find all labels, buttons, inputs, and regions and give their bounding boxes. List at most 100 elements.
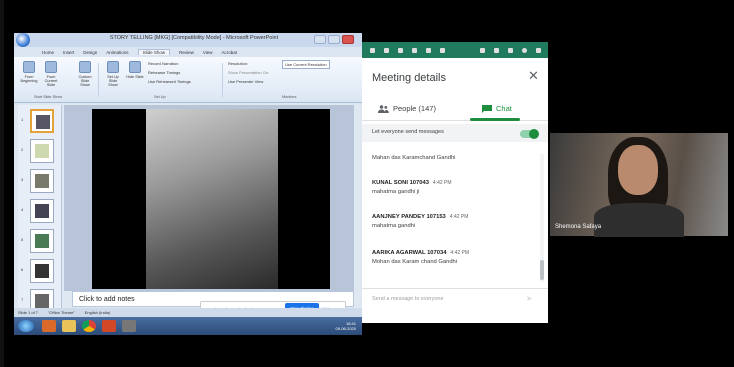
message-time: 4:42 PM — [449, 214, 469, 220]
current-slide[interactable] — [92, 109, 330, 289]
message-text: Mahan das Karamchand Gandhi — [372, 155, 456, 161]
tab-animations[interactable]: Animations — [106, 50, 128, 55]
more-icon[interactable] — [536, 47, 541, 53]
settings-icon[interactable] — [412, 47, 417, 53]
tab-home[interactable]: Home — [42, 50, 54, 55]
media-player-icon[interactable] — [42, 320, 56, 332]
setup-show-button[interactable]: Set Up Slide Show — [104, 61, 122, 87]
powerpoint-icon[interactable] — [102, 320, 116, 332]
slide-number: 6 — [21, 267, 24, 272]
resolution-select[interactable]: Use Current Resolution — [282, 60, 330, 69]
record-narration-button[interactable]: Record Narration — [148, 61, 178, 66]
message-sender: KUNAL SONI 107043 — [372, 180, 429, 186]
clock-date: 05-06-2020 — [335, 326, 356, 331]
message-text: mahatma gandhi — [372, 223, 416, 229]
participant-video-tile: Shemona Safaya — [550, 133, 728, 237]
tab-divider — [362, 120, 548, 121]
chat-message: AANJNEY PANDEY 107153 4:42 PM mahatma gan… — [372, 214, 468, 229]
message-text: mahatma gandhi ji — [372, 189, 420, 195]
tab-insert[interactable]: Insert — [63, 50, 74, 55]
slide-photo — [146, 109, 278, 289]
meet-toolbar — [362, 42, 548, 58]
start-button-icon[interactable] — [18, 320, 34, 332]
chat-icon[interactable] — [480, 47, 485, 53]
tab-people[interactable]: People (147) — [378, 104, 436, 113]
tab-review[interactable]: Review — [179, 50, 194, 55]
group-start-slide-show: Start Slide Show — [34, 95, 63, 99]
thumbnail-image — [35, 294, 49, 308]
message-text: Mohan das Karam chand Gandhi — [372, 259, 458, 265]
chat-icon — [482, 104, 492, 113]
shared-screen-powerpoint: STORY TELLING [MKG] [Compatibility Mode]… — [14, 33, 362, 335]
ribbon-divider — [98, 63, 99, 97]
custom-show-icon — [79, 61, 91, 73]
thumbnail-image — [36, 115, 50, 129]
slide-thumbnail[interactable] — [30, 259, 54, 283]
custom-show-button[interactable]: Custom Slide Show — [76, 61, 94, 87]
setup-icon — [107, 61, 119, 73]
maximize-button[interactable] — [328, 35, 340, 44]
message-sender: AANJNEY PANDEY 107153 — [372, 214, 446, 220]
chrome-icon[interactable] — [82, 320, 96, 332]
group-monitors: Monitors — [282, 95, 297, 99]
use-rehearsed-timings-checkbox[interactable]: Use Rehearsed Timings — [148, 79, 191, 84]
from-beginning-button[interactable]: From Beginning — [20, 61, 38, 87]
thumbnail-image — [35, 264, 49, 278]
explorer-icon[interactable] — [62, 320, 76, 332]
slide-thumbnail[interactable] — [30, 229, 54, 253]
tab-view[interactable]: View — [203, 50, 213, 55]
extension-icon[interactable] — [508, 47, 513, 53]
slide-thumbnail[interactable] — [30, 139, 54, 163]
slide-number: 4 — [21, 207, 24, 212]
ribbon: From Beginning From Current Slide Custom… — [14, 57, 362, 103]
chat-tab-label: Chat — [496, 104, 512, 113]
status-language: English (India) — [84, 310, 111, 315]
send-icon[interactable]: ➤ — [526, 294, 533, 303]
record-icon[interactable] — [440, 47, 445, 53]
slide-thumbnail[interactable] — [30, 109, 54, 133]
chat-scrollbar-thumb[interactable] — [540, 260, 544, 280]
mic-icon[interactable] — [398, 47, 403, 53]
slide-number: 3 — [21, 177, 24, 182]
thumbnail-image — [35, 174, 49, 188]
send-messages-toggle[interactable] — [520, 129, 539, 139]
office-button[interactable] — [16, 33, 30, 47]
taskbar-clock: 16:41 05-06-2020 — [336, 321, 356, 331]
slide-thumbnail[interactable] — [30, 169, 54, 193]
from-current-slide-button[interactable]: From Current Slide — [42, 61, 60, 87]
toggle-knob — [529, 129, 539, 139]
status-slide: Slide 1 of 7 — [18, 310, 39, 315]
windows-taskbar: 16:41 05-06-2020 — [14, 317, 362, 335]
close-icon[interactable]: ✕ — [528, 68, 539, 84]
slide-number: 5 — [21, 237, 24, 242]
hide-slide-button[interactable]: Hide Slide — [126, 61, 144, 87]
rehearse-timings-button[interactable]: Rehearse Timings — [148, 70, 180, 75]
grid-icon[interactable] — [384, 47, 389, 53]
thumbnail-image — [35, 204, 49, 218]
close-window-button[interactable] — [342, 35, 354, 44]
slide-number: 7 — [21, 297, 24, 302]
tab-slide-show[interactable]: Slide Show — [137, 49, 171, 55]
slide-number: 2 — [21, 147, 24, 152]
avatar-icon[interactable] — [522, 47, 527, 53]
camera-icon[interactable] — [426, 47, 431, 53]
hide-slide-icon — [129, 61, 141, 73]
people-icon[interactable] — [494, 47, 499, 53]
tab-design[interactable]: Design — [83, 50, 97, 55]
thumbnail-image — [35, 144, 49, 158]
slideshow-icon — [45, 61, 57, 73]
ribbon-tabs: Home Insert Design Animations Slide Show… — [14, 47, 362, 57]
tab-acrobat[interactable]: Acrobat — [222, 50, 238, 55]
camera-icon[interactable] — [122, 320, 136, 332]
chat-message: AARIKA AGARWAL 107034 4:42 PM Mohan das K… — [372, 250, 469, 265]
use-presenter-view-checkbox[interactable]: Use Presenter View — [228, 79, 263, 84]
minimize-button[interactable] — [314, 35, 326, 44]
chat-message-input[interactable]: Send a message to everyone — [372, 296, 522, 302]
slide-thumbnail[interactable] — [30, 199, 54, 223]
slide-editing-area — [64, 105, 354, 291]
group-set-up: Set Up — [154, 95, 166, 99]
active-tab-indicator — [470, 118, 520, 121]
tab-chat[interactable]: Chat — [482, 104, 512, 113]
star-icon[interactable] — [370, 47, 375, 53]
input-divider — [362, 288, 548, 289]
